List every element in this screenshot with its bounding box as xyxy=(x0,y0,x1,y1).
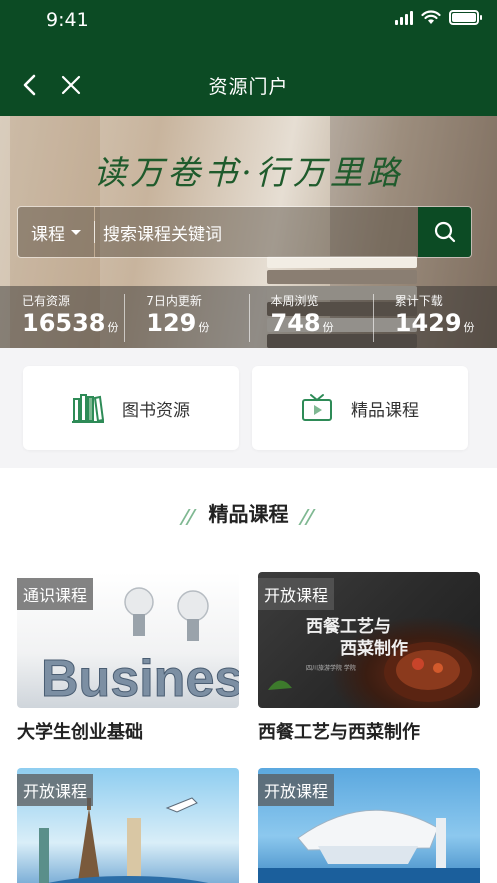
course-thumbnail: Business 通识课程 xyxy=(17,572,239,708)
category-books-label: 图书资源 xyxy=(122,400,190,421)
category-courses-label: 精品课程 xyxy=(351,400,419,421)
battery-icon xyxy=(449,10,482,25)
course-name: 大学生创业基础 xyxy=(17,722,143,743)
stat-label: 本周浏览 xyxy=(270,294,319,308)
title-deco-right xyxy=(298,508,317,525)
tv-play-icon xyxy=(302,394,332,421)
stat-value: 748 份 xyxy=(270,309,334,337)
status-icons xyxy=(395,10,482,25)
stat-label: 7日内更新 xyxy=(146,294,202,308)
page-title: 资源门户 xyxy=(208,76,289,98)
search-category-label: 课程 xyxy=(31,224,65,245)
course-tag: 开放课程 xyxy=(258,774,335,806)
course-card[interactable]: Business 通识课程 大学生创业基础 xyxy=(17,572,239,744)
stat-value: 16538 份 xyxy=(22,309,119,337)
stat-label: 已有资源 xyxy=(22,294,71,308)
svg-text:西餐工艺与: 西餐工艺与 xyxy=(306,616,391,637)
books-icon xyxy=(72,394,104,423)
search-icon xyxy=(434,221,455,243)
search-input[interactable]: 搜索课程关键词 xyxy=(95,207,418,257)
course-name: 西餐工艺与西菜制作 xyxy=(258,722,420,743)
section-title: 精品课程 xyxy=(0,498,497,527)
course-thumbnail: 开放课程 xyxy=(258,768,480,883)
svg-text:西菜制作: 西菜制作 xyxy=(340,638,408,659)
stat-value: 129 份 xyxy=(146,309,210,337)
featured-courses-section: 精品课程 Business 通识课程 大学生创业基础 xyxy=(0,468,497,883)
search-bar: 课程 搜索课程关键词 xyxy=(17,206,472,258)
stat-value: 1429 份 xyxy=(394,309,475,337)
course-card[interactable]: 开放课程 xyxy=(17,768,239,883)
course-tag: 开放课程 xyxy=(17,774,94,806)
stat-total-downloads: 累计下载 1429 份 xyxy=(372,286,497,348)
wifi-icon xyxy=(421,10,441,24)
stat-weekly-updates: 7日内更新 129 份 xyxy=(124,286,248,348)
svg-text:四川旅游学院 学院: 四川旅游学院 学院 xyxy=(306,664,356,672)
caret-down-icon xyxy=(71,229,81,235)
header: 9:41 资源门户 xyxy=(0,0,497,116)
banner-slogan: 读万卷书·行万里路 xyxy=(93,153,404,192)
stat-weekly-views: 本周浏览 748 份 xyxy=(248,286,373,348)
title-deco-left xyxy=(178,508,198,525)
stats-bar: 已有资源 16538 份 7日内更新 129 份 本周浏览 748 份 累计下载 14… xyxy=(0,286,497,348)
course-card[interactable]: 西餐工艺与 西菜制作 四川旅游学院 学院 开放课程 西餐工艺与西菜制作 xyxy=(258,572,480,744)
section-title-text: 精品课程 xyxy=(208,502,289,526)
stat-total-resources: 已有资源 16538 份 xyxy=(0,286,124,348)
course-thumbnail: 开放课程 xyxy=(17,768,239,883)
search-placeholder: 搜索课程关键词 xyxy=(103,224,222,245)
course-thumbnail: 西餐工艺与 西菜制作 四川旅游学院 学院 开放课程 xyxy=(258,572,480,708)
app-root: 9:41 资源门户 读万卷书·行万里路 课程 搜索课程关键词 已有资源 1653… xyxy=(0,0,497,883)
category-courses-button[interactable]: 精品课程 xyxy=(252,366,468,450)
stat-label: 累计下载 xyxy=(394,294,443,308)
svg-text:Business: Business xyxy=(41,650,239,708)
course-tag: 开放课程 xyxy=(258,578,335,610)
category-section: 图书资源 精品课程 xyxy=(0,348,497,468)
category-books-button[interactable]: 图书资源 xyxy=(23,366,239,450)
signal-icon xyxy=(395,10,413,25)
search-category-select[interactable]: 课程 xyxy=(18,207,94,257)
banner: 读万卷书·行万里路 课程 搜索课程关键词 已有资源 16538 份 7日内更新 … xyxy=(0,116,497,348)
status-time: 9:41 xyxy=(46,9,89,31)
search-button[interactable] xyxy=(418,207,471,257)
course-card[interactable]: 开放课程 xyxy=(258,768,480,883)
course-tag: 通识课程 xyxy=(17,578,94,610)
